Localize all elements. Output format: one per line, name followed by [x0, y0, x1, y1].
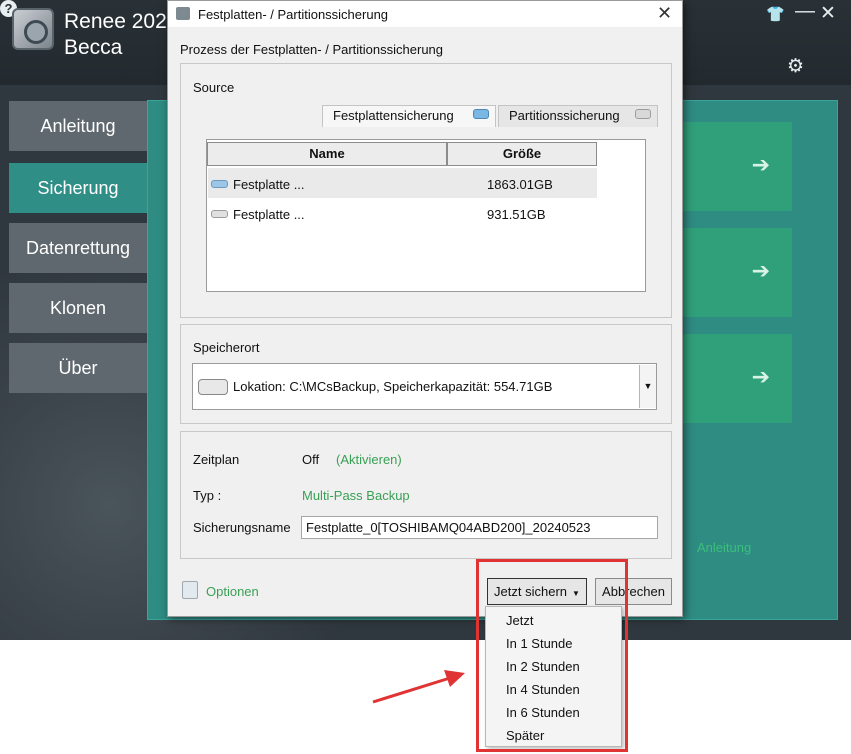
app-subtitle: Becca [64, 36, 123, 59]
shirt-icon[interactable]: 👕 [766, 6, 785, 24]
backup-name-input[interactable]: Festplatte_0[TOSHIBAMQ04ABD200]_20240523 [301, 516, 658, 539]
minimize-icon[interactable]: — [795, 1, 815, 21]
disk-size: 1863.01GB [487, 177, 553, 192]
app-title: Renee 202 [64, 10, 167, 33]
disk-table: Name Größe Festplatte ... 1863.01GB Fest… [206, 139, 646, 292]
backup-dialog: Festplatten- / Partitionssicherung ✕ Pro… [167, 0, 683, 617]
dialog-title: Festplatten- / Partitionssicherung [198, 7, 389, 22]
close-icon[interactable]: ✕ [657, 3, 672, 24]
nav-item-sicherung[interactable]: Sicherung [9, 163, 147, 213]
screen: Renee 202 Becca 👕 — ✕ ⚙ ? Anleitung Sich… [0, 0, 851, 754]
schedule-group [180, 431, 672, 559]
source-label: Source [193, 80, 235, 95]
tab-festplattensicherung[interactable]: Festplattensicherung [322, 105, 496, 127]
options-icon[interactable] [182, 581, 198, 599]
nav-item-klonen[interactable]: Klonen [9, 283, 147, 333]
tab-partitionssicherung[interactable]: Partitionssicherung [498, 105, 658, 127]
column-header-size[interactable]: Größe [447, 142, 597, 166]
app-icon [176, 7, 190, 20]
dropdown-arrow-icon[interactable]: ▼ [639, 365, 656, 408]
typ-label: Typ : [193, 488, 222, 503]
storage-label: Speicherort [193, 340, 260, 355]
action-card-2[interactable]: ➔ [683, 228, 792, 317]
highlight-box [476, 559, 628, 752]
activate-link[interactable]: (Aktivieren) [336, 452, 402, 467]
arrow-right-icon: ➔ [751, 152, 770, 177]
location-value: Lokation: C:\MCsBackup, Speicherkapazitä… [233, 379, 553, 394]
safe-logo-icon [12, 8, 54, 50]
tab-label: Festplattensicherung [333, 108, 454, 123]
nav-item-anleitung[interactable]: Anleitung [9, 101, 147, 151]
table-row[interactable]: Festplatte ... 931.51GB [208, 198, 597, 228]
zeitplan-label: Zeitplan [193, 452, 240, 467]
disk-size: 931.51GB [487, 207, 546, 222]
annotation-arrow-icon [372, 670, 465, 704]
drive-icon [198, 379, 228, 395]
backup-name-label: Sicherungsname [193, 520, 291, 535]
hard-disk-icon [211, 210, 228, 218]
options-link[interactable]: Optionen [206, 584, 259, 599]
partition-icon [635, 109, 651, 119]
close-icon[interactable]: ✕ [820, 4, 836, 23]
tab-label: Partitionssicherung [509, 108, 620, 123]
action-card-3[interactable]: ➔ [683, 334, 792, 423]
table-row[interactable]: Festplatte ... 1863.01GB [208, 168, 597, 198]
disk-name: Festplatte ... [233, 207, 305, 222]
location-select[interactable]: Lokation: C:\MCsBackup, Speicherkapazitä… [192, 363, 657, 410]
arrow-right-icon: ➔ [751, 364, 770, 389]
nav-item-datenrettung[interactable]: Datenrettung [9, 223, 147, 273]
hard-disk-icon [211, 180, 228, 188]
gear-icon[interactable]: ⚙ [787, 57, 804, 76]
column-header-name[interactable]: Name [207, 142, 447, 166]
guide-link[interactable]: Anleitung [697, 540, 751, 555]
dialog-heading: Prozess der Festplatten- / Partitionssic… [180, 42, 444, 57]
zeitplan-value: Off [302, 452, 320, 467]
action-card-1[interactable]: ➔ [683, 122, 792, 211]
typ-value: Multi-Pass Backup [302, 488, 410, 503]
disk-icon [473, 109, 489, 119]
nav-item-uber[interactable]: Über [9, 343, 147, 393]
disk-name: Festplatte ... [233, 177, 305, 192]
arrow-right-icon: ➔ [751, 258, 770, 283]
dialog-titlebar: Festplatten- / Partitionssicherung ✕ [168, 1, 682, 27]
